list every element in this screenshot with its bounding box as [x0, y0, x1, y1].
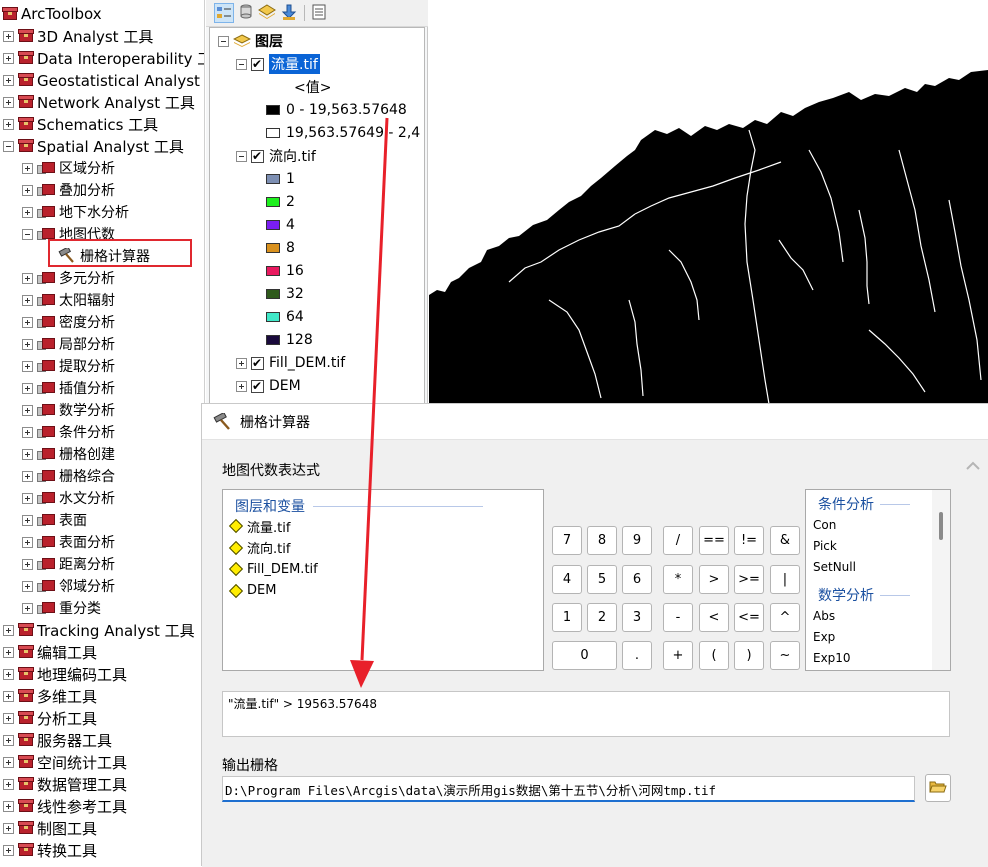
annotation-arrow	[350, 117, 389, 688]
